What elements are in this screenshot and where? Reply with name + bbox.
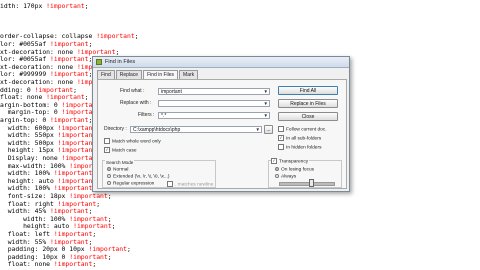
filters-label: Filters : <box>138 112 155 118</box>
replace-with-label: Replace with : <box>120 100 152 106</box>
important-keyword: !important <box>53 260 93 269</box>
follow-current-doc-label: Follow current doc. <box>286 127 327 133</box>
transparency-slider-thumb[interactable] <box>309 179 315 187</box>
code-line[interactable]: idth: 170px !important; <box>0 2 89 10</box>
follow-current-doc-checkbox[interactable]: Follow current doc. <box>278 126 327 133</box>
find-all-button[interactable]: Find All <box>278 86 338 95</box>
tab-replace[interactable]: Replace <box>115 70 143 79</box>
dialog-titlebar[interactable]: Find in Files <box>93 57 349 68</box>
app-icon <box>96 59 102 65</box>
match-case-label: Match case <box>112 148 137 154</box>
in-all-sub-folders-checkbox[interactable]: ✓ In all sub-folders <box>278 135 321 142</box>
chevron-down-icon[interactable]: ▼ <box>264 113 268 119</box>
code-text: idth: 170px <box>0 2 47 10</box>
radio-selected-icon[interactable] <box>107 167 111 171</box>
on-losing-focus-radio[interactable]: On losing focus <box>275 167 314 173</box>
filters-value: *.* <box>161 113 167 119</box>
radio-icon[interactable] <box>107 181 111 185</box>
code-punct: ; <box>115 47 120 56</box>
code-punct: ; <box>92 260 97 269</box>
find-what-input[interactable]: important ▼ <box>158 88 270 95</box>
code-punct: ; <box>111 222 116 231</box>
match-whole-word-checkbox[interactable]: Match whole word only <box>104 138 161 145</box>
match-whole-word-label: Match whole word only <box>112 139 161 145</box>
important-keyword: !important <box>46 2 85 10</box>
filters-input[interactable]: *.* ▼ <box>158 112 270 119</box>
in-all-sub-folders-label: In all sub-folders <box>286 136 322 142</box>
code-punct: ; <box>107 192 112 200</box>
transparency-label: Transparency <box>279 159 309 165</box>
find-what-label: Find what : <box>120 88 145 94</box>
chevron-down-icon[interactable]: ▼ <box>264 101 268 107</box>
in-hidden-folders-checkbox[interactable]: In hidden folders <box>278 144 321 151</box>
checkbox-box[interactable] <box>278 126 284 132</box>
search-mode-regex-label: Regular expression <box>113 181 155 187</box>
find-in-files-panel: Find what : important ▼ Replace with : ▼… <box>97 79 347 189</box>
search-mode-normal-radio[interactable]: Normal <box>107 167 128 173</box>
always-label: Always <box>281 174 297 180</box>
code-punct: ; <box>107 252 112 261</box>
find-what-value: important <box>161 89 182 95</box>
important-keyword: !important <box>96 32 135 41</box>
directory-input[interactable]: C:\xampp\htdocs\php ▼ <box>130 126 262 133</box>
tab-find[interactable]: Find <box>97 70 115 79</box>
search-mode-normal-label: Normal <box>113 167 129 173</box>
in-hidden-folders-label: In hidden folders <box>286 145 322 151</box>
always-radio[interactable]: Always <box>275 174 296 180</box>
matches-newline-label: . matches newline <box>175 182 214 188</box>
code-punct: ; <box>96 199 101 208</box>
search-mode-extended-label: Extended (\n, \r, \t, \0, \x...) <box>113 174 170 180</box>
radio-selected-icon[interactable] <box>275 167 279 171</box>
search-mode-regex-radio[interactable]: Regular expression <box>107 181 154 187</box>
code-punct: ; <box>126 245 131 254</box>
checkbox-box[interactable] <box>104 138 110 144</box>
transparency-group: ✓ Transparency On losing focus Always <box>268 158 342 188</box>
find-in-files-dialog: Find in Files Find Replace Find in Files… <box>92 56 350 192</box>
code-punct: ; <box>134 32 139 41</box>
tab-mark[interactable]: Mark <box>179 70 199 79</box>
search-mode-title: Search Mode <box>105 159 135 166</box>
replace-in-files-button[interactable]: Replace in Files <box>278 99 338 108</box>
match-case-checkbox[interactable]: ✓ Match case <box>104 147 137 154</box>
radio-icon[interactable] <box>107 174 111 178</box>
on-losing-focus-label: On losing focus <box>281 167 315 173</box>
chevron-down-icon[interactable]: ▼ <box>264 89 268 95</box>
matches-newline-checkbox[interactable]: . matches newline <box>167 181 213 188</box>
checkbox-box[interactable]: ✓ <box>278 135 284 141</box>
close-button[interactable]: Close <box>278 112 338 121</box>
code-punct: ; <box>84 2 89 10</box>
radio-icon[interactable] <box>275 174 279 178</box>
tab-bar: Find Replace Find in Files Mark <box>97 70 199 80</box>
transparency-slider-track[interactable] <box>279 182 335 186</box>
transparency-checkbox[interactable]: ✓ Transparency <box>271 158 310 166</box>
checkbox-box[interactable]: ✓ <box>271 158 277 164</box>
dialog-title: Find in Files <box>105 59 136 65</box>
code-text: float: none <box>0 260 54 269</box>
checkbox-box[interactable] <box>167 181 173 187</box>
code-line[interactable]: float: none !important; <box>0 260 97 269</box>
checkbox-box[interactable] <box>278 144 284 150</box>
directory-value: C:\xampp\htdocs\php <box>133 127 181 133</box>
replace-with-input[interactable]: ▼ <box>158 100 270 107</box>
chevron-down-icon[interactable]: ▼ <box>256 127 260 133</box>
search-mode-group: Search Mode Normal Extended (\n, \r, \t,… <box>102 159 216 188</box>
checkbox-box[interactable]: ✓ <box>104 147 110 153</box>
code-punct: ; <box>92 230 97 238</box>
search-mode-extended-radio[interactable]: Extended (\n, \r, \t, \0, \x...) <box>107 174 170 180</box>
browse-button[interactable]: ... <box>264 125 273 134</box>
directory-label: Directory : <box>104 126 127 132</box>
